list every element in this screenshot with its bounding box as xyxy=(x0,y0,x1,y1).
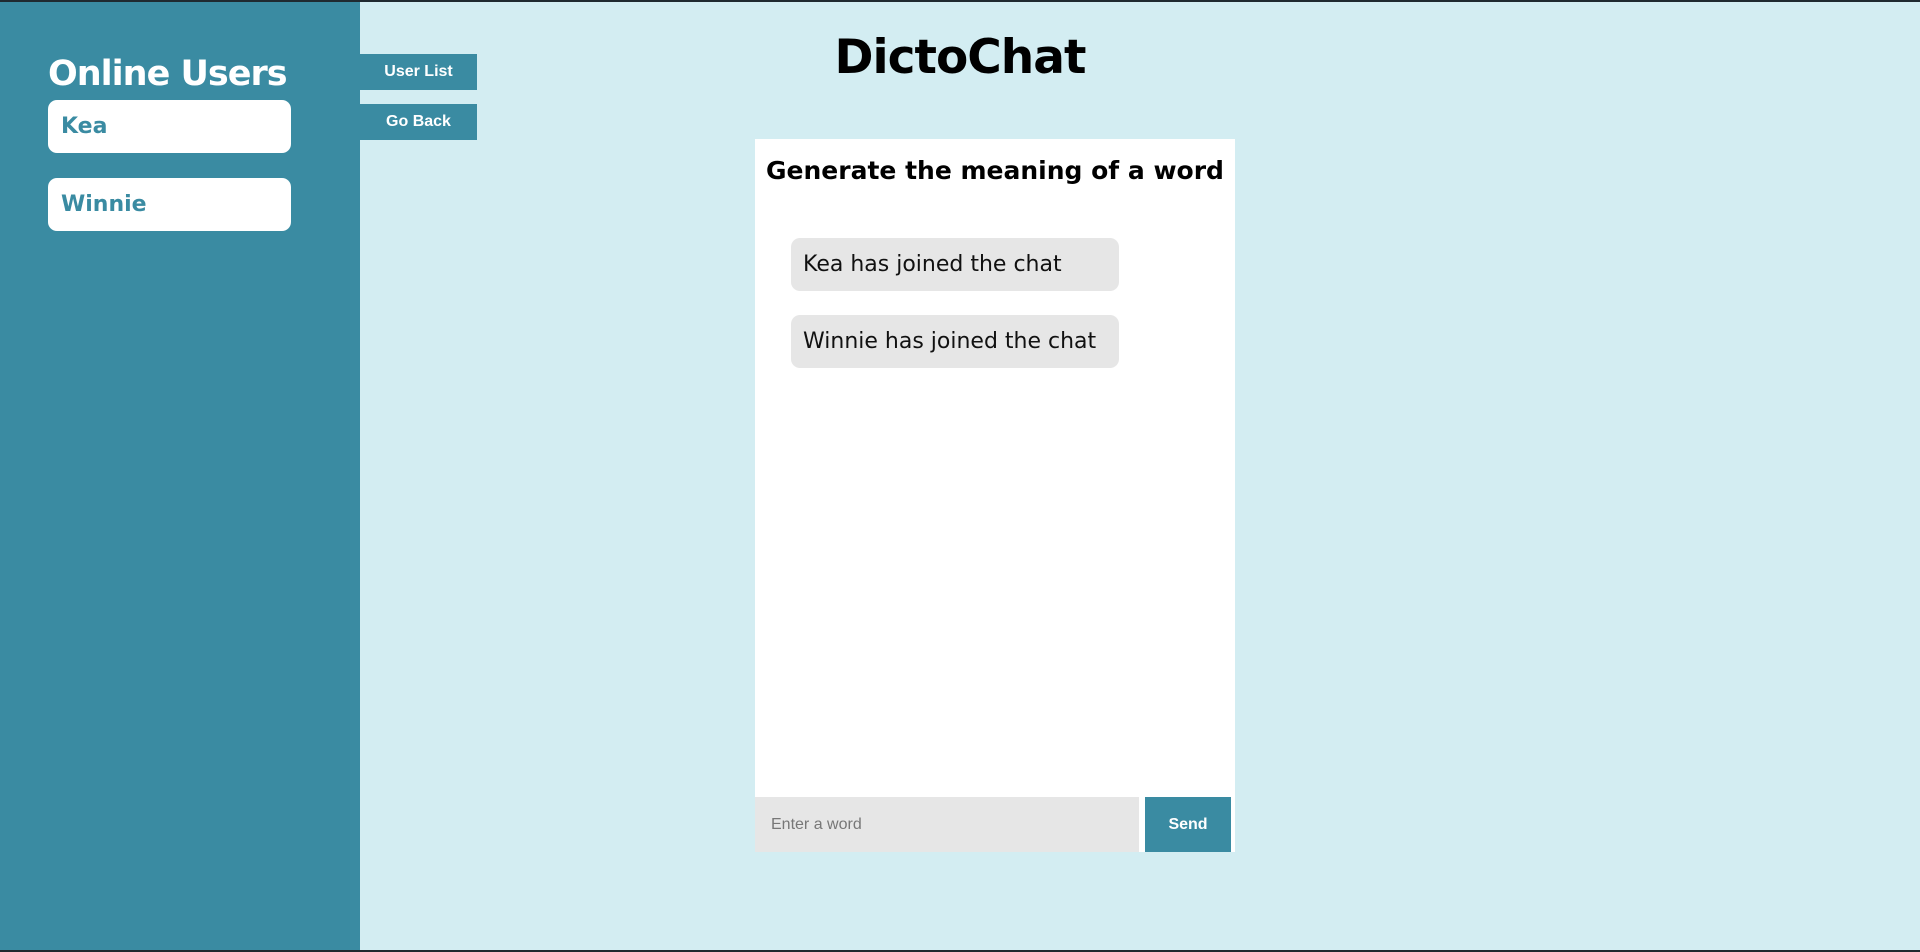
send-button[interactable]: Send xyxy=(1145,797,1231,852)
user-item-kea[interactable]: Kea xyxy=(48,100,291,153)
sidebar-title: Online Users xyxy=(48,54,288,94)
user-item-winnie[interactable]: Winnie xyxy=(48,178,291,231)
chat-panel: Generate the meaning of a word Kea has j… xyxy=(755,139,1235,852)
user-list-button[interactable]: User List xyxy=(360,54,477,90)
chat-message: Kea has joined the chat xyxy=(791,238,1119,291)
chat-heading: Generate the meaning of a word xyxy=(766,156,1224,185)
online-users-sidebar: Online Users Kea Winnie xyxy=(0,2,360,950)
go-back-button[interactable]: Go Back xyxy=(360,104,477,140)
word-input[interactable] xyxy=(755,797,1139,852)
app-title: DictoChat xyxy=(834,30,1087,85)
chat-message: Winnie has joined the chat xyxy=(791,315,1119,368)
